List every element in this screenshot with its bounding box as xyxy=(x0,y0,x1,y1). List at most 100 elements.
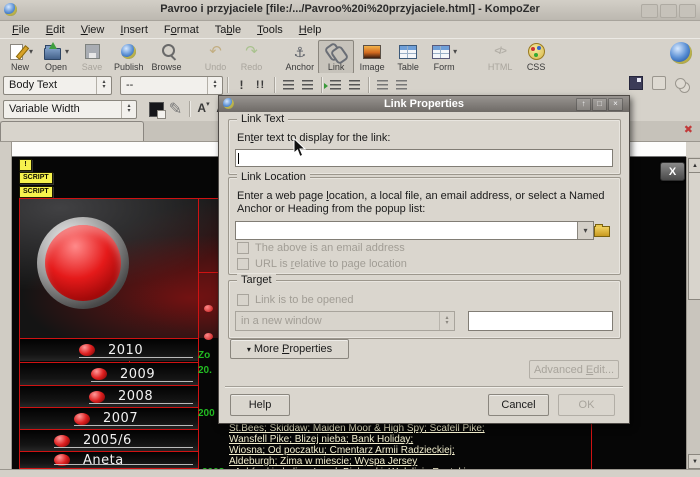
menu-underline xyxy=(74,425,193,426)
scrollbar-thumb[interactable] xyxy=(688,172,700,300)
page-link-line[interactable]: Wiosna; Od poczatku; Cmentarz Armii Radz… xyxy=(229,445,455,456)
absolute-position-button[interactable] xyxy=(629,76,643,90)
ok-button[interactable]: OK xyxy=(558,394,615,416)
link-location-combo[interactable]: ▾ xyxy=(235,221,594,240)
site-menu-item-2007[interactable]: 2007 xyxy=(20,408,198,429)
highlight-button[interactable]: ✎ xyxy=(167,101,184,118)
target-window-select[interactable]: in a new window ▴▾ xyxy=(235,311,455,331)
relative-url-checkbox[interactable] xyxy=(237,258,249,270)
cancel-button[interactable]: Cancel xyxy=(488,394,549,416)
more-properties-button[interactable]: ▾ More Properties xyxy=(230,339,349,359)
redo-button[interactable]: ↷ Redo xyxy=(234,40,270,74)
align-right-button[interactable] xyxy=(393,77,410,94)
window-minimize-button[interactable] xyxy=(641,4,658,18)
window-maximize-button[interactable] xyxy=(660,4,677,18)
table-button[interactable]: Table xyxy=(390,40,426,74)
marker-badge[interactable]: ! xyxy=(19,159,32,171)
script-badge[interactable]: SCRIPT xyxy=(19,172,53,184)
publish-button[interactable]: Publish xyxy=(110,40,148,74)
link-text-label: Enter text to display for the link: xyxy=(237,132,390,144)
send-backward-button[interactable] xyxy=(652,76,666,90)
menu-underline xyxy=(54,447,193,448)
site-menu-item-aneta[interactable]: Aneta xyxy=(20,452,198,468)
outdent-button[interactable] xyxy=(346,77,363,94)
scroll-down-button[interactable]: ▼ xyxy=(688,454,700,469)
link-text-input[interactable] xyxy=(235,149,613,167)
page-link-line[interactable]: Wansfell Pike; Blizej nieba; Bank Holida… xyxy=(229,434,413,445)
menu-file[interactable]: File xyxy=(4,23,38,37)
menu-format[interactable]: Format xyxy=(156,23,207,37)
save-button[interactable]: Save xyxy=(74,40,110,74)
link-button[interactable]: Link xyxy=(318,40,354,74)
help-button[interactable]: Help xyxy=(230,394,290,416)
new-button[interactable]: ▾ New xyxy=(2,40,38,74)
anchor-button[interactable]: ⚓ Anchor xyxy=(282,40,319,74)
table-icon xyxy=(398,43,418,61)
image-button[interactable]: Image xyxy=(354,40,390,74)
red-bullet-icon xyxy=(54,435,70,447)
vertical-scrollbar[interactable]: ▲ ▼ xyxy=(686,157,700,470)
window-close-button[interactable] xyxy=(679,4,696,18)
dialog-maximize-button[interactable]: □ xyxy=(592,98,607,111)
numbered-list-button[interactable] xyxy=(280,77,297,94)
text-color-button[interactable] xyxy=(148,101,165,118)
menu-tools[interactable]: Tools xyxy=(249,23,291,37)
combo-arrows-icon: ▴▾ xyxy=(96,77,111,94)
broken-element-placeholder[interactable]: X xyxy=(660,162,685,181)
dialog-titlebar[interactable]: Link Properties ↑ □ × xyxy=(219,96,629,112)
decrease-font-button[interactable]: A▾ xyxy=(195,101,212,118)
new-dropdown-arrow[interactable]: ▾ xyxy=(29,47,33,56)
menu-edit[interactable]: Edit xyxy=(38,23,73,37)
open-button[interactable]: ▾ Open xyxy=(38,40,74,74)
scroll-up-button[interactable]: ▲ xyxy=(688,158,700,173)
dialog-close-button[interactable]: × xyxy=(608,98,623,111)
site-menu-item-2008[interactable]: 2008 xyxy=(20,386,198,407)
align-left-icon xyxy=(377,80,388,90)
menu-view[interactable]: View xyxy=(73,23,113,37)
browse-button[interactable]: Browse xyxy=(148,40,186,74)
target-legend: Target xyxy=(237,274,276,286)
site-menu-item-2009[interactable]: 2009 xyxy=(20,363,198,385)
link-text-legend: Link Text xyxy=(237,113,288,125)
page-link-line[interactable]: Aldeburgh; Zima w miescie; Wyspa Jersey xyxy=(229,456,417,467)
document-tab[interactable] xyxy=(0,121,144,141)
script-badge[interactable]: SCRIPT xyxy=(19,186,53,198)
menu-table[interactable]: Table xyxy=(207,23,249,37)
bullet-list-button[interactable] xyxy=(299,77,316,94)
undo-button[interactable]: ↶ Undo xyxy=(198,40,234,74)
page-link-line[interactable]: St.Bees; Skiddaw; Maiden Moor & High Spy… xyxy=(229,423,485,434)
bullet-list-icon xyxy=(302,80,313,90)
menu-help[interactable]: Help xyxy=(291,23,330,37)
strong-emphasis-button[interactable]: !! xyxy=(252,77,269,94)
indent-button[interactable] xyxy=(327,77,344,94)
red-button-image[interactable] xyxy=(45,225,121,301)
dialog-rollup-button[interactable]: ↑ xyxy=(576,98,591,111)
open-dropdown-arrow[interactable]: ▾ xyxy=(65,47,69,56)
email-address-checkbox-row: The above is an email address xyxy=(237,242,405,254)
choose-file-button[interactable] xyxy=(593,221,611,238)
font-class-select[interactable]: -- ▴▾ xyxy=(120,76,223,95)
paragraph-format-select[interactable]: Body Text ▴▾ xyxy=(3,76,112,95)
target-name-input[interactable] xyxy=(468,311,613,331)
advanced-edit-button[interactable]: Advanced Edit... xyxy=(529,360,619,379)
sidebar-grip[interactable] xyxy=(0,142,12,470)
form-button[interactable]: ▾ Form xyxy=(426,40,462,74)
bring-forward-button[interactable] xyxy=(675,78,686,89)
email-address-checkbox[interactable] xyxy=(237,242,249,254)
site-menu-item-2010[interactable]: 2010 xyxy=(20,339,198,361)
combo-dropdown-icon[interactable]: ▾ xyxy=(577,222,593,239)
form-dropdown-arrow[interactable]: ▾ xyxy=(453,47,457,56)
emphasis-button[interactable]: ! xyxy=(233,77,250,94)
tab-close-icon[interactable]: ✖ xyxy=(684,124,693,136)
status-bar xyxy=(0,469,700,477)
save-floppy-icon xyxy=(82,43,102,61)
font-width-select[interactable]: Variable Width ▴▾ xyxy=(3,100,137,119)
html-source-button[interactable]: </> HTML xyxy=(482,40,518,74)
menu-insert[interactable]: Insert xyxy=(112,23,156,37)
combo-arrows-icon: ▴▾ xyxy=(207,77,222,94)
link-open-checkbox[interactable] xyxy=(237,294,249,306)
site-menu-item-2005-6[interactable]: 2005/6 xyxy=(20,430,198,451)
align-left-button[interactable] xyxy=(374,77,391,94)
css-button[interactable]: CSS xyxy=(518,40,554,74)
pencil-icon: ✎ xyxy=(169,99,182,119)
